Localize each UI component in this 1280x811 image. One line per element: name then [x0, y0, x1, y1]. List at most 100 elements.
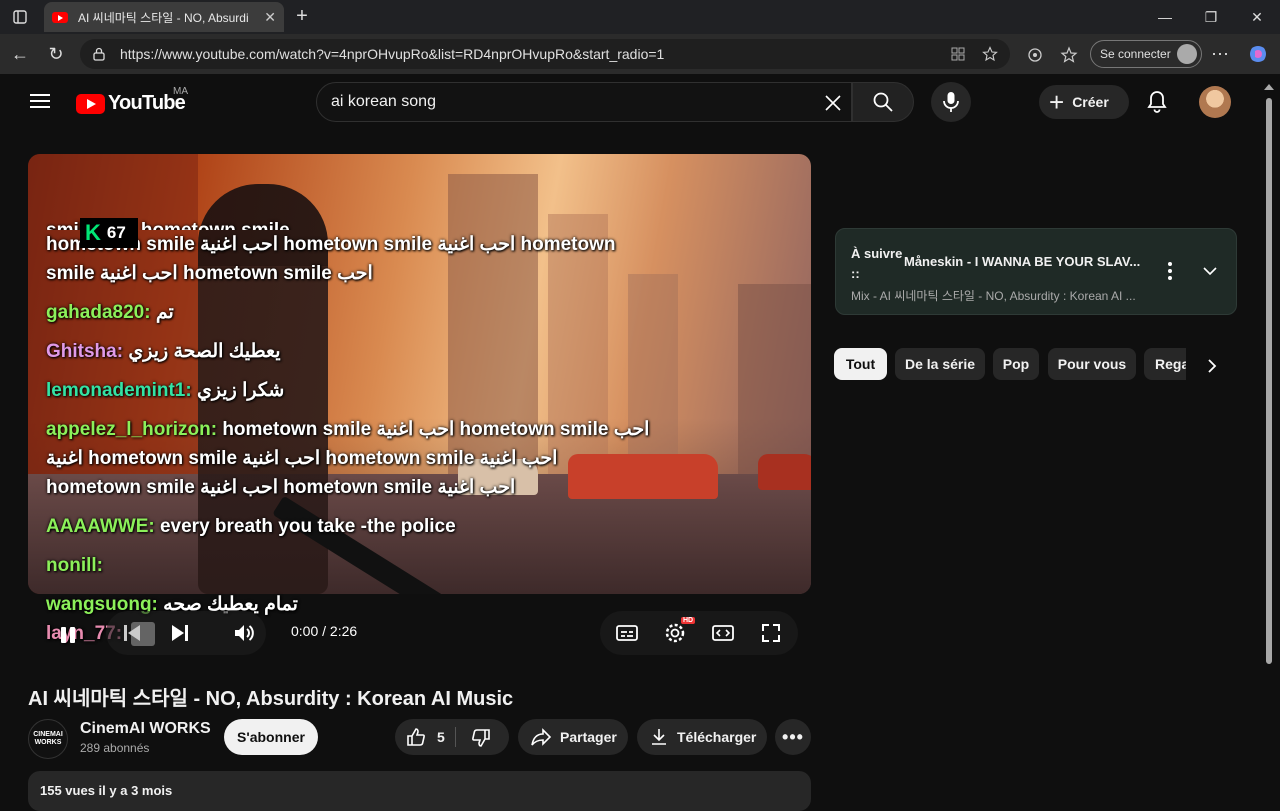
- description-box[interactable]: 155 vues il y a 3 mois: [28, 771, 811, 811]
- thumbs-up-icon[interactable]: [405, 726, 427, 748]
- search-input[interactable]: [331, 93, 811, 111]
- more-actions-button[interactable]: •••: [775, 719, 811, 755]
- previous-icon[interactable]: [120, 621, 144, 645]
- k-logo-icon: K: [85, 220, 101, 245]
- volume-icon[interactable]: [232, 621, 256, 645]
- clear-search-icon[interactable]: [821, 91, 845, 115]
- theater-mode-icon[interactable]: [711, 621, 735, 645]
- view-stats: 155 vues il y a 3 mois: [40, 783, 173, 798]
- youtube-play-icon: [76, 93, 105, 114]
- like-count: 5: [437, 729, 445, 745]
- chat-user: nonill:: [46, 555, 103, 576]
- mix-title: Mix - AI 씨네마틱 스타일 - NO, Absurdity : Kore…: [851, 289, 1136, 303]
- browser-menu-icon[interactable]: ⋯: [1206, 42, 1234, 66]
- subscriber-count: 289 abonnés: [80, 741, 150, 755]
- chevron-right-icon[interactable]: [1200, 354, 1224, 378]
- restore-button[interactable]: ❐: [1188, 0, 1234, 34]
- chat-user: lemonademint1:: [46, 380, 192, 401]
- new-tab-button[interactable]: +: [290, 5, 314, 29]
- site-info-icon[interactable]: [92, 47, 106, 61]
- subtitles-icon[interactable]: [615, 621, 639, 645]
- chat-message: gahada820: تم: [46, 298, 656, 327]
- channel-avatar[interactable]: CINEMAI WORKS: [28, 719, 68, 759]
- youtube-favicon-icon: [52, 11, 68, 23]
- favorites-icon[interactable]: [1060, 46, 1078, 64]
- download-label: Télécharger: [677, 729, 757, 745]
- next-icon[interactable]: [168, 621, 192, 645]
- user-avatar[interactable]: [1199, 86, 1231, 118]
- up-next-card[interactable]: À suivre :: Måneskin - I WANNA BE YOUR S…: [835, 228, 1237, 315]
- url-text: https://www.youtube.com/watch?v=4nprOHvu…: [120, 46, 665, 62]
- chat-message: appelez_l_horizon: hometown smile احب اغ…: [46, 415, 656, 502]
- back-button[interactable]: ←: [6, 42, 34, 66]
- chip-for-you[interactable]: Pour vous: [1048, 348, 1136, 380]
- youtube-page: YouTube MA + Créer K 67 smile احب hometo…: [0, 74, 1280, 811]
- share-button[interactable]: Partager: [518, 719, 628, 755]
- chip-watched[interactable]: Regardées: [1144, 348, 1186, 380]
- close-window-button[interactable]: ✕: [1234, 0, 1280, 34]
- extensions-icon[interactable]: [1026, 46, 1044, 64]
- share-arrow-icon: [531, 728, 552, 746]
- subscribe-button[interactable]: S'abonner: [224, 719, 318, 755]
- thumbs-down-icon[interactable]: [470, 727, 492, 749]
- address-bar[interactable]: https://www.youtube.com/watch?v=4nprOHvu…: [80, 39, 1010, 69]
- settings-gear-icon[interactable]: [663, 621, 687, 645]
- search-box[interactable]: [316, 82, 852, 122]
- k-badge: K 67: [80, 218, 138, 248]
- chat-text: يعطيك الصحة زيزي: [128, 341, 281, 362]
- scrollbar[interactable]: [1266, 98, 1272, 664]
- search-button[interactable]: [852, 82, 914, 122]
- car: [758, 454, 811, 490]
- fullscreen-icon[interactable]: [759, 621, 783, 645]
- up-next-label: À suivre ::: [851, 246, 903, 281]
- chip-all[interactable]: Tout: [834, 348, 887, 380]
- refresh-button[interactable]: ↻: [42, 42, 70, 66]
- signin-button[interactable]: Se connecter: [1090, 40, 1202, 68]
- chip-pop[interactable]: Pop: [993, 348, 1039, 380]
- more-horizontal-icon: •••: [782, 726, 804, 747]
- like-dislike-group: 5: [395, 719, 509, 755]
- menu-icon[interactable]: [30, 94, 50, 108]
- download-icon: [652, 729, 666, 745]
- browser-tab-active[interactable]: AI 씨네마틱 스타일 - NO, Absurdi ✕: [44, 2, 284, 32]
- chat-text: شكرا زيزي: [196, 380, 285, 401]
- chevron-down-icon[interactable]: [1202, 263, 1218, 279]
- browser-tabbar: AI 씨네마틱 스타일 - NO, Absurdi ✕ + — ❐ ✕: [0, 0, 1280, 34]
- filter-chips: Tout De la série Pop Pour vous Regardées: [834, 348, 1186, 380]
- chat-user: AAAAWWE:: [46, 516, 155, 537]
- pause-icon[interactable]: [56, 623, 80, 647]
- chip-from-series[interactable]: De la série: [895, 348, 985, 380]
- profile-icon: [1177, 44, 1197, 64]
- country-code: MA: [173, 86, 188, 97]
- minimize-button[interactable]: —: [1142, 0, 1188, 34]
- download-button[interactable]: Télécharger: [637, 719, 767, 755]
- favorite-star-icon[interactable]: [982, 46, 998, 62]
- scroll-up-icon[interactable]: [1264, 84, 1274, 90]
- youtube-logo[interactable]: YouTube MA: [76, 86, 188, 115]
- browser-toolbar: ← ↻ https://www.youtube.com/watch?v=4npr…: [0, 34, 1280, 74]
- signin-label: Se connecter: [1100, 47, 1171, 61]
- channel-name[interactable]: CinemAI WORKS: [80, 720, 211, 738]
- chat-message: Ghitsha: يعطيك الصحة زيزي: [46, 337, 656, 366]
- badge-number: 67: [106, 223, 126, 242]
- voice-search-button[interactable]: [931, 82, 971, 122]
- tab-close-icon[interactable]: ✕: [264, 9, 276, 26]
- building: [738, 284, 811, 474]
- notifications-bell-icon[interactable]: [1146, 90, 1168, 114]
- divider: [455, 727, 456, 747]
- more-vertical-icon[interactable]: [1166, 261, 1174, 281]
- video-title: AI 씨네마틱 스타일 - NO, Absurdity : Korean AI …: [28, 688, 514, 710]
- create-button[interactable]: + Créer: [1039, 85, 1129, 119]
- copilot-icon[interactable]: [1248, 44, 1268, 64]
- app-available-icon[interactable]: [950, 46, 966, 62]
- hd-badge: HD: [681, 617, 696, 624]
- create-label: Créer: [1072, 94, 1109, 110]
- time-display: 0:00 / 2:26: [291, 623, 358, 639]
- chat-overlay: smile احب hometown smile hometown smile …: [46, 220, 656, 668]
- share-label: Partager: [560, 729, 617, 745]
- up-next-song: Måneskin - I WANNA BE YOUR SLAV...: [904, 254, 1141, 269]
- chat-message: AAAAWWE: every breath you take -the poli…: [46, 512, 656, 541]
- tab-actions-icon[interactable]: [0, 0, 40, 34]
- microphone-icon: [943, 92, 959, 112]
- chat-message: lemonademint1: شكرا زيزي: [46, 376, 656, 405]
